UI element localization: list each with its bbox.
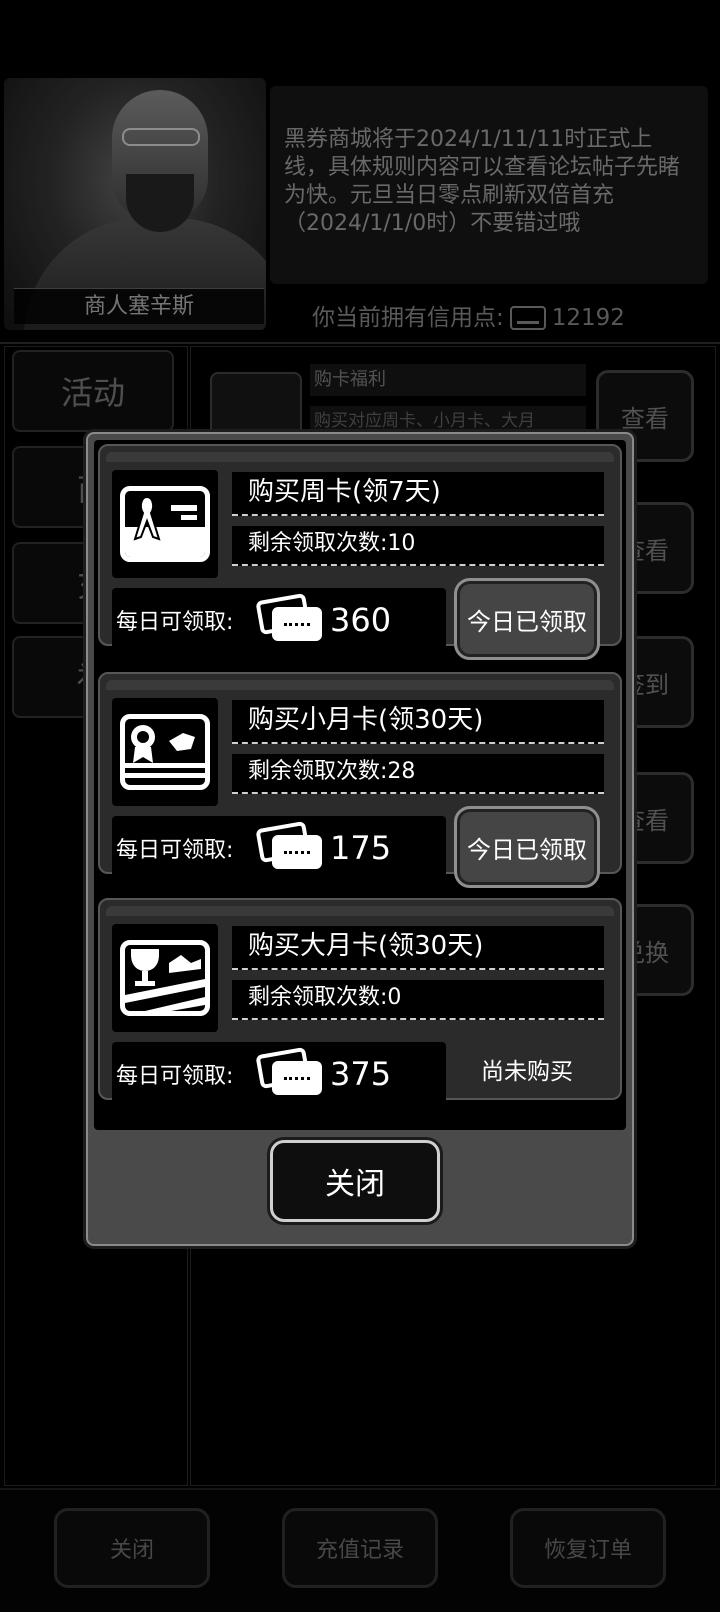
- daily-label: 每日可领取:: [116, 610, 234, 635]
- card-title: 购买小月卡(领30天): [232, 700, 604, 744]
- small-monthly-card-panel: 购买小月卡(领30天) 剩余领取次数:28 每日可领取: 175 今日已领取: [98, 672, 622, 888]
- credit-card-icon: [255, 1046, 324, 1099]
- big-monthly-card-panel: 购买大月卡(领30天) 剩余领取次数:0 每日可领取: 375 尚未购买: [98, 898, 622, 1106]
- card-title: 购买周卡(领7天): [232, 472, 604, 516]
- daily-reward: 每日可领取: 375: [112, 1042, 446, 1106]
- remaining-count: 剩余领取次数:28: [232, 754, 604, 794]
- daily-label: 每日可领取:: [116, 838, 234, 863]
- not-purchased-status: 尚未购买: [481, 1059, 573, 1085]
- daily-value: 175: [330, 829, 392, 867]
- dialog-close-button[interactable]: 关闭: [270, 1140, 440, 1222]
- daily-value: 375: [330, 1055, 392, 1093]
- credit-card-icon: [255, 592, 324, 645]
- daily-label: 每日可领取:: [116, 1064, 234, 1089]
- daily-reward: 每日可领取: 175: [112, 816, 446, 880]
- ribbon-card-icon: [120, 486, 210, 562]
- weekly-card-panel: 购买周卡(领7天) 剩余领取次数:10 每日可领取: 360 今日已领取: [98, 444, 622, 660]
- medal-card-icon: [120, 714, 210, 790]
- claimed-today-button[interactable]: 今日已领取: [454, 578, 600, 660]
- daily-reward: 每日可领取: 360: [112, 588, 446, 652]
- claimed-today-button[interactable]: 今日已领取: [454, 806, 600, 888]
- daily-value: 360: [330, 601, 392, 639]
- credit-card-icon: [255, 820, 324, 873]
- remaining-count: 剩余领取次数:10: [232, 526, 604, 566]
- card-title: 购买大月卡(领30天): [232, 926, 604, 970]
- trophy-card-icon: [120, 940, 210, 1016]
- remaining-count: 剩余领取次数:0: [232, 980, 604, 1020]
